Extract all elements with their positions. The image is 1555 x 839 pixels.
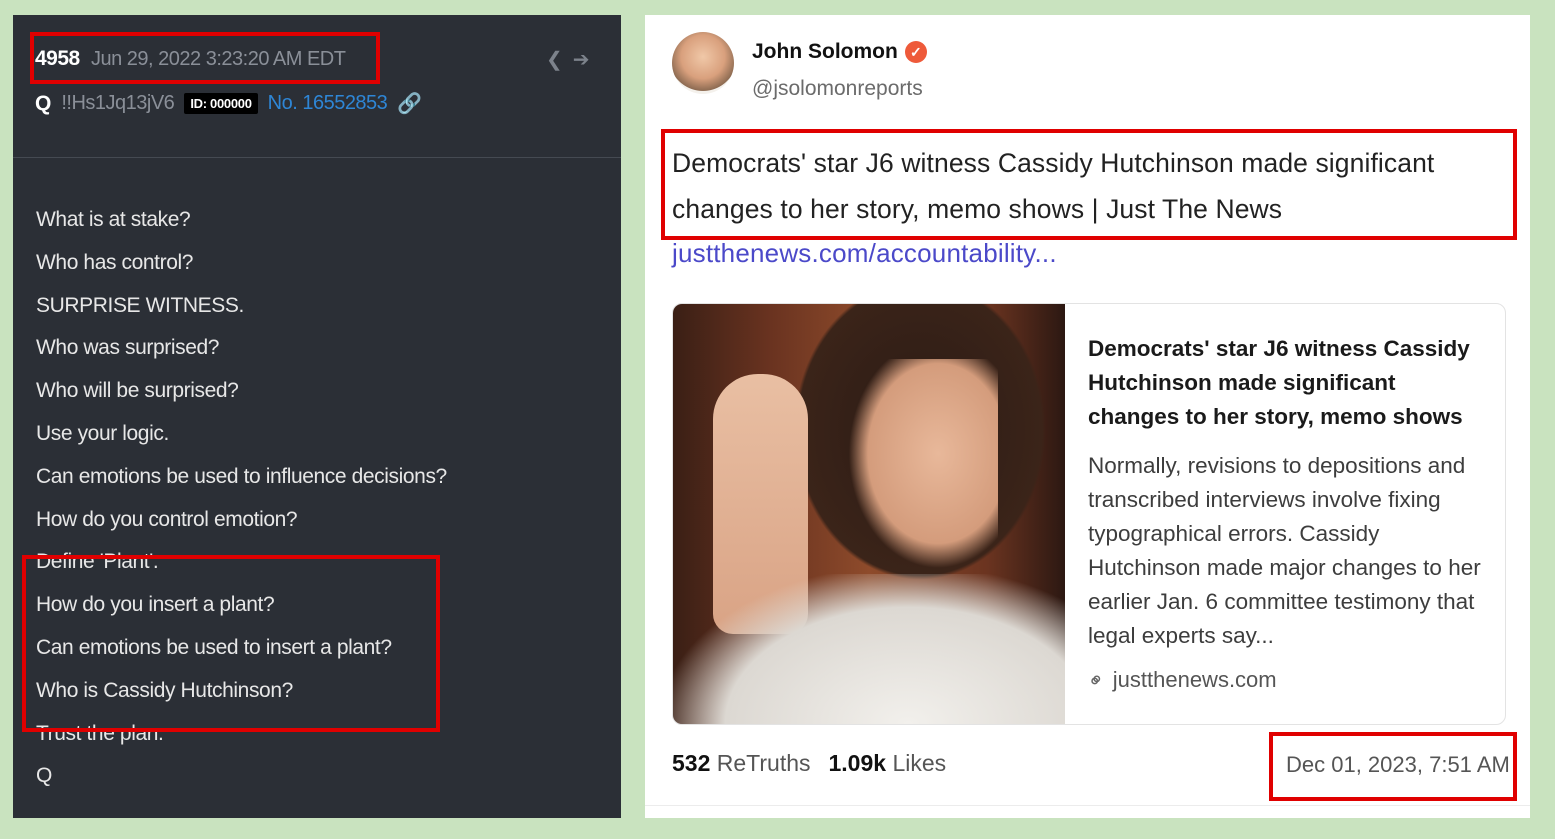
post-meta-line: Q !!Hs1Jq13jV6 ID: 000000 No. 16552853 🔗 <box>35 91 422 116</box>
author-handle[interactable]: @jsolomonreports <box>752 77 923 101</box>
post-line: Who was surprised? <box>36 336 220 360</box>
divider <box>645 805 1530 806</box>
retruths-label: ReTruths <box>716 750 811 776</box>
divider <box>13 157 621 158</box>
author-name[interactable]: John Solomon <box>752 40 898 64</box>
card-domain: justthenews.com <box>1112 667 1277 692</box>
post-line: Can emotions be used to influence decisi… <box>36 464 447 488</box>
q-post-header: 4958 Jun 29, 2022 3:23:20 AM EDT Q !!Hs1… <box>13 15 621 157</box>
card-description: Normally, revisions to depositions and t… <box>1088 453 1481 648</box>
link-preview-card[interactable]: Democrats' star J6 witness Cassidy Hutch… <box>672 303 1506 725</box>
post-link[interactable]: justthenews.com/accountability... <box>672 238 1057 269</box>
highlight-box-date <box>30 32 380 84</box>
post-line: Use your logic. <box>36 421 169 445</box>
card-domain-row: ⚭ justthenews.com <box>1083 667 1277 694</box>
post-actions: ❮ ➔ <box>546 47 590 72</box>
poster-name: Q <box>35 91 52 115</box>
likes-label: Likes <box>892 750 947 776</box>
likes-stat[interactable]: 1.09k Likes <box>829 750 947 777</box>
post-line: What is at stake? <box>36 208 191 231</box>
highlight-box-text <box>661 129 1517 240</box>
verified-badge-icon: ✓ <box>904 41 927 63</box>
post-line: SURPRISE WITNESS. <box>36 293 244 317</box>
link-icon[interactable]: 🔗 <box>397 91 422 116</box>
post-line: How do you control emotion? <box>36 507 298 531</box>
card-title: Democrats' star J6 witness Cassidy Hutch… <box>1088 336 1470 429</box>
preview-image <box>673 304 1065 724</box>
share-icon[interactable]: ❮ <box>546 47 563 72</box>
retruths-count: 532 <box>672 750 711 776</box>
truth-post-panel: John Solomon ✓ @jsolomonreports Democrat… <box>645 15 1530 818</box>
tripcode: !!Hs1Jq13jV6 <box>61 92 175 114</box>
likes-count: 1.09k <box>828 750 887 776</box>
avatar[interactable] <box>672 32 734 94</box>
author-name-row: John Solomon ✓ <box>752 40 927 64</box>
post-line: Who will be surprised? <box>36 379 239 403</box>
post-stats: 532 ReTruths 1.09k Likes <box>672 750 946 777</box>
q-post-panel: 4958 Jun 29, 2022 3:23:20 AM EDT Q !!Hs1… <box>13 15 621 818</box>
arrow-circle-icon[interactable]: ➔ <box>573 47 590 72</box>
post-line: Q <box>36 764 52 788</box>
retruths-stat[interactable]: 532 ReTruths <box>672 750 811 777</box>
post-number-link[interactable]: No. 16552853 <box>268 92 388 115</box>
highlight-box-timestamp <box>1269 732 1517 801</box>
post-line: Who has control? <box>36 250 194 274</box>
id-badge: ID: 000000 <box>184 93 258 114</box>
highlight-box-lines <box>22 555 440 732</box>
chain-link-icon: ⚭ <box>1083 666 1111 695</box>
